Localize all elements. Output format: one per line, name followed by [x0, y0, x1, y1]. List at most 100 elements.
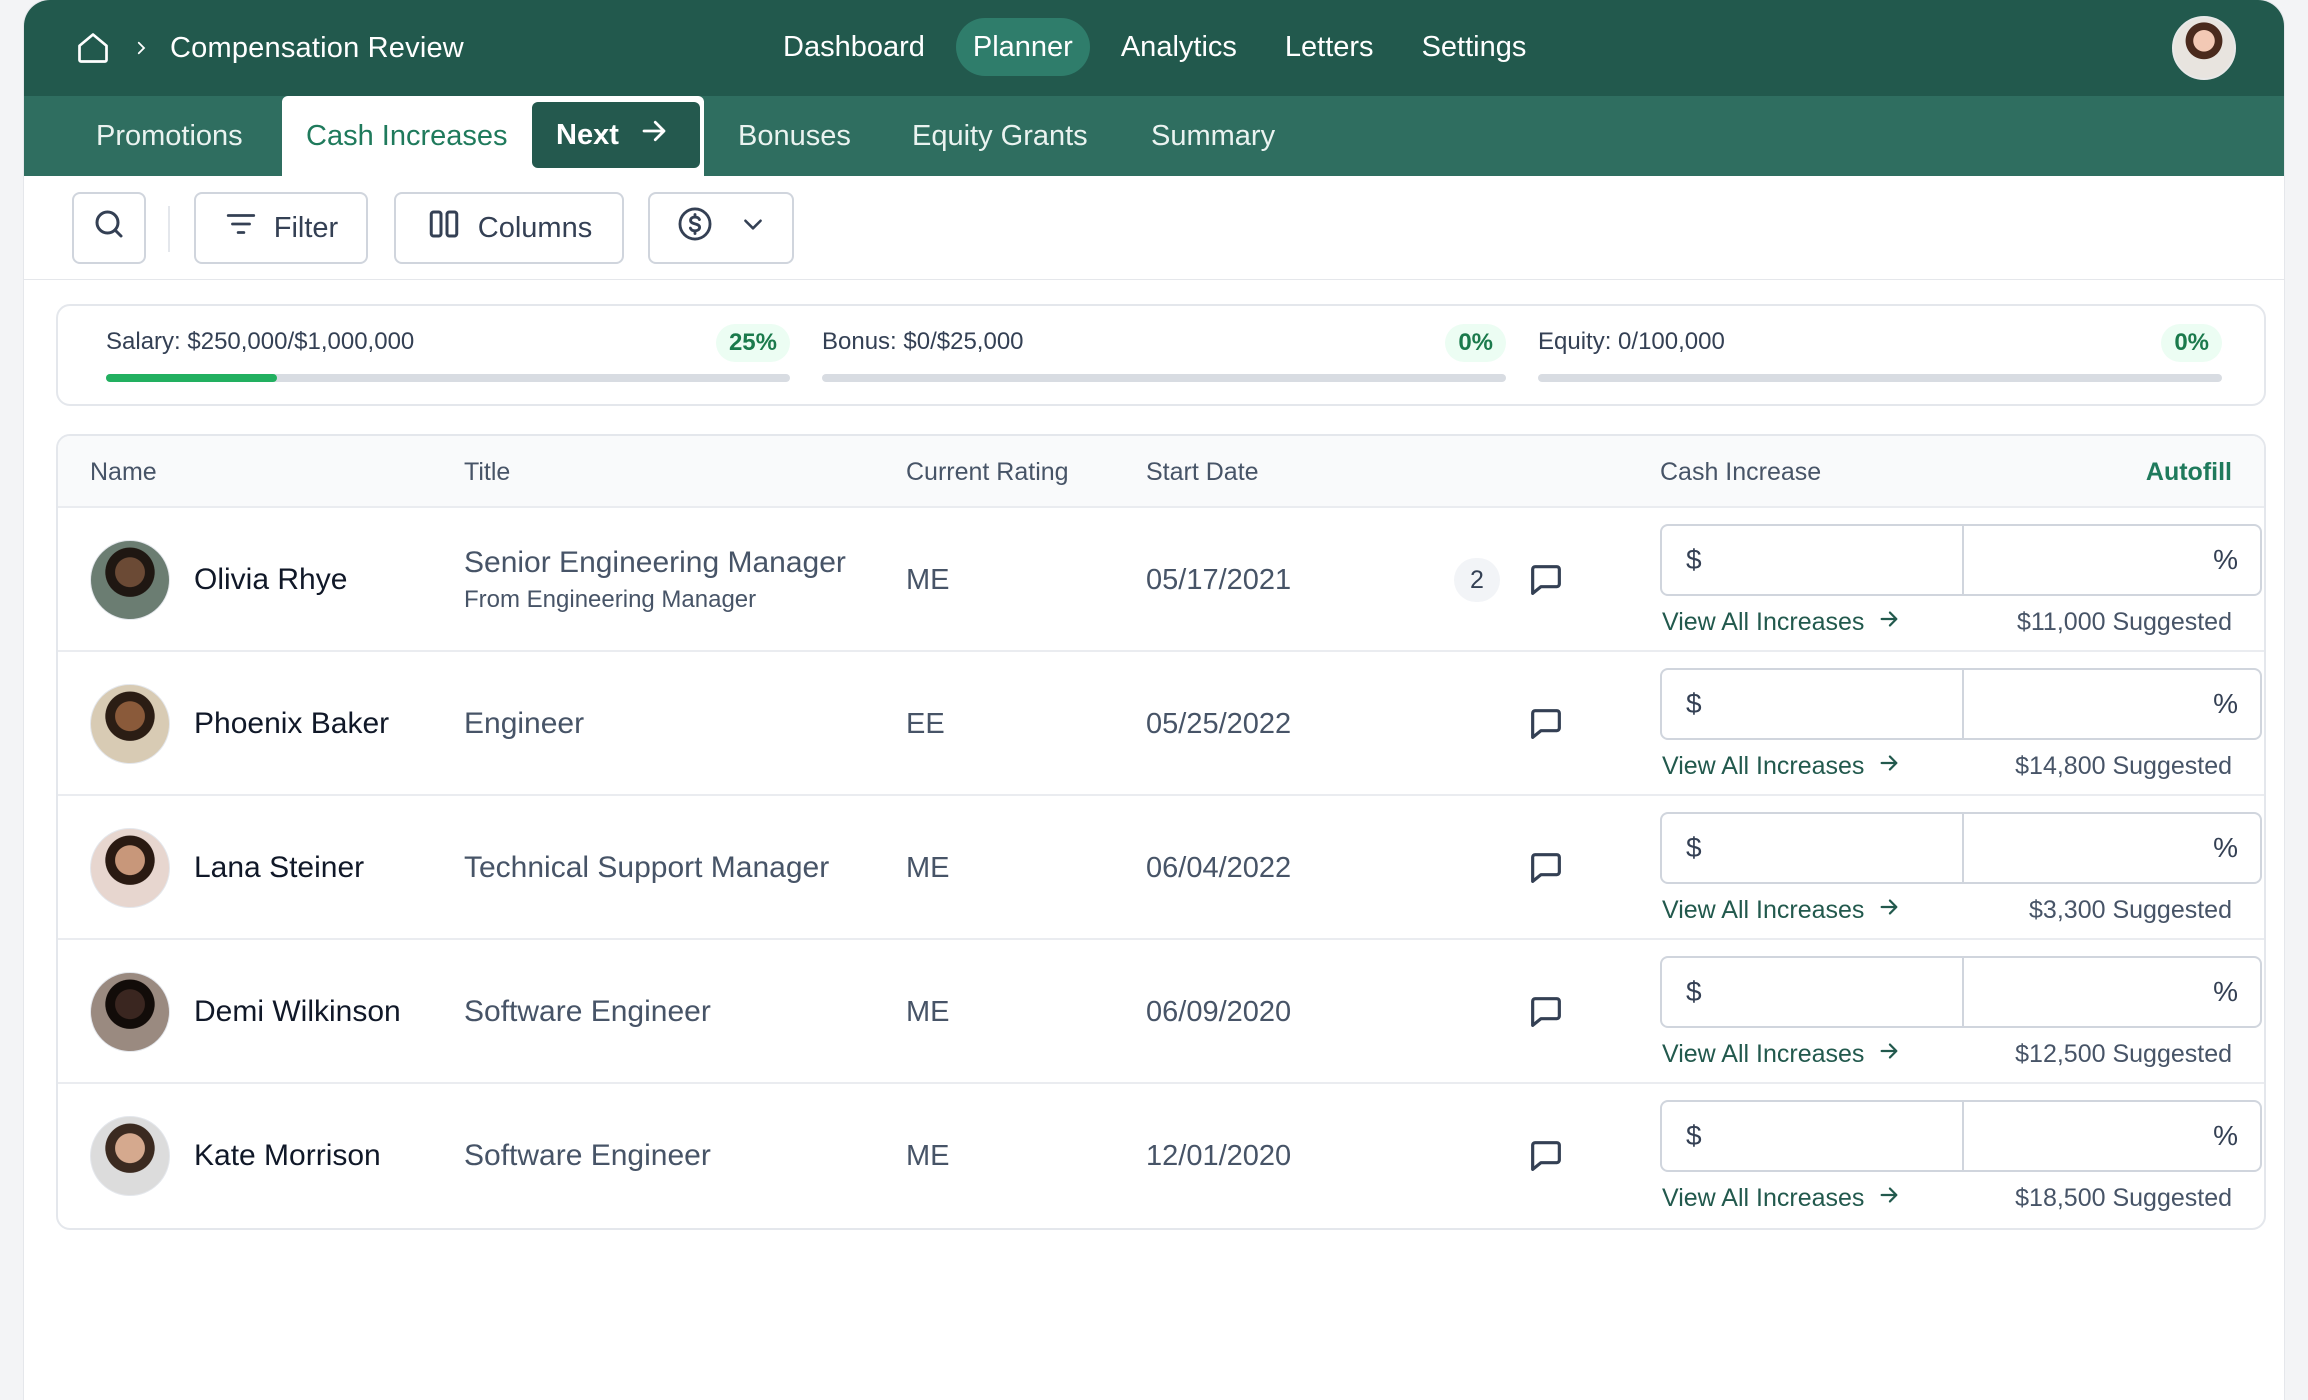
employee-title-cell: Technical Support Manager: [464, 796, 829, 940]
employee-title: Software Engineer: [464, 995, 711, 1028]
suggested-amount: $12,500 Suggested: [2015, 1039, 2232, 1068]
tab-summary[interactable]: Summary: [1151, 96, 1275, 176]
employee-avatar[interactable]: [90, 972, 170, 1052]
view-all-increases-link[interactable]: View All Increases: [1662, 1036, 1900, 1072]
employee-rating: ME: [906, 995, 950, 1028]
cash-percent-input[interactable]: %: [1964, 526, 2260, 594]
tab-equity-grants[interactable]: Equity Grants: [912, 96, 1088, 176]
search-icon: [91, 206, 127, 250]
employee-title: Engineer: [464, 707, 585, 740]
autofill-button[interactable]: Autofill: [2146, 436, 2232, 508]
view-all-increases-label: View All Increases: [1662, 751, 1865, 780]
next-button[interactable]: Next: [532, 102, 700, 168]
cash-amount-input[interactable]: $: [1662, 958, 1964, 1026]
employee-title-cell: Software Engineer: [464, 940, 711, 1084]
arrow-right-icon: [1878, 608, 1900, 637]
filter-button[interactable]: Filter: [194, 192, 368, 264]
cash-percent-input[interactable]: %: [1964, 670, 2260, 738]
comment-icon[interactable]: [1526, 560, 1566, 600]
view-all-increases-label: View All Increases: [1662, 1183, 1865, 1212]
view-all-increases-label: View All Increases: [1662, 607, 1865, 636]
page-title[interactable]: Compensation Review: [170, 32, 464, 65]
budget-equity-percent: 0%: [2161, 324, 2222, 362]
percent-suffix: %: [2213, 688, 2238, 719]
user-avatar[interactable]: [2172, 16, 2236, 80]
nav-letters[interactable]: Letters: [1268, 18, 1391, 76]
comment-icon[interactable]: [1526, 992, 1566, 1032]
employee-previous-title: From Engineering Manager: [464, 586, 757, 613]
employee-name[interactable]: Phoenix Baker: [194, 652, 389, 796]
employee-avatar[interactable]: [90, 684, 170, 764]
view-all-increases-link[interactable]: View All Increases: [1662, 748, 1900, 784]
table-row: Lana Steiner Technical Support Manager M…: [58, 796, 2264, 940]
cash-percent-input[interactable]: %: [1964, 958, 2260, 1026]
budget-salary-fill: [106, 374, 277, 382]
employee-avatar[interactable]: [90, 828, 170, 908]
percent-suffix: %: [2213, 544, 2238, 575]
main-nav: Dashboard Planner Analytics Letters Sett…: [766, 18, 1543, 76]
header-title[interactable]: Title: [464, 436, 510, 508]
comment-icon[interactable]: [1526, 1136, 1566, 1176]
nav-analytics[interactable]: Analytics: [1104, 18, 1254, 76]
filter-lines-icon: [224, 207, 258, 249]
chevron-right-icon: [130, 37, 152, 59]
comment-count-badge: 2: [1454, 558, 1500, 602]
table-row: Olivia Rhye Senior Engineering Manager F…: [58, 508, 2264, 652]
employee-start-date: 12/01/2020: [1146, 1139, 1292, 1172]
employee-name[interactable]: Demi Wilkinson: [194, 940, 401, 1084]
view-all-increases-link[interactable]: View All Increases: [1662, 604, 1900, 640]
view-all-increases-link[interactable]: View All Increases: [1662, 892, 1900, 928]
header-cash-increase[interactable]: Cash Increase: [1660, 436, 1821, 508]
percent-suffix: %: [2213, 832, 2238, 863]
budget-equity-progress: [1538, 374, 2222, 382]
employee-avatar[interactable]: [90, 540, 170, 620]
employee-title: Technical Support Manager: [464, 851, 830, 884]
cash-percent-input[interactable]: %: [1964, 1102, 2260, 1170]
nav-dashboard[interactable]: Dashboard: [766, 18, 942, 76]
currency-dropdown[interactable]: [648, 192, 794, 264]
employee-table: Name Title Current Rating Start Date Cas…: [56, 434, 2266, 1230]
employee-name[interactable]: Olivia Rhye: [194, 508, 347, 652]
columns-icon: [426, 206, 462, 250]
search-button[interactable]: [72, 192, 146, 264]
budget-salary-percent: 25%: [715, 324, 790, 362]
employee-avatar[interactable]: [90, 1116, 170, 1196]
header-start-date[interactable]: Start Date: [1146, 436, 1259, 508]
sub-tab-bar: Promotions Cash Increases Next Bonuses E…: [24, 96, 2284, 176]
budget-salary-label: Salary: $250,000/$1,000,000: [106, 328, 415, 355]
comment-icon[interactable]: [1526, 704, 1566, 744]
tab-cash-increases[interactable]: Cash Increases: [306, 96, 508, 176]
tab-promotions[interactable]: Promotions: [96, 96, 243, 176]
cash-amount-input[interactable]: $: [1662, 814, 1964, 882]
nav-planner[interactable]: Planner: [955, 18, 1090, 76]
tab-bonuses[interactable]: Bonuses: [738, 96, 851, 176]
header-rating[interactable]: Current Rating: [906, 436, 1069, 508]
columns-button[interactable]: Columns: [394, 192, 624, 264]
cash-amount-input[interactable]: $: [1662, 1102, 1964, 1170]
budget-equity-label: Equity: 0/100,000: [1538, 328, 1725, 355]
employee-name[interactable]: Kate Morrison: [194, 1084, 381, 1228]
employee-start-date: 05/25/2022: [1146, 707, 1292, 740]
budget-bonus-progress: [822, 374, 1506, 382]
table-row: Phoenix Baker Engineer EE 05/25/2022 $ %…: [58, 652, 2264, 796]
cash-amount-input[interactable]: $: [1662, 526, 1964, 594]
currency-dollar-icon: [676, 205, 714, 251]
employee-start-date: 06/09/2020: [1146, 995, 1292, 1028]
employee-name[interactable]: Lana Steiner: [194, 796, 364, 940]
home-icon[interactable]: [74, 29, 112, 67]
view-all-increases-link[interactable]: View All Increases: [1662, 1180, 1900, 1216]
comment-icon[interactable]: [1526, 848, 1566, 888]
cash-increase-input-group: $ %: [1660, 812, 2262, 884]
cash-increase-input-group: $ %: [1660, 1100, 2262, 1172]
view-all-increases-label: View All Increases: [1662, 895, 1865, 924]
cash-percent-input[interactable]: %: [1964, 814, 2260, 882]
employee-title: Software Engineer: [464, 1139, 711, 1172]
cash-increase-input-group: $ %: [1660, 668, 2262, 740]
employee-title-cell: Engineer: [464, 652, 584, 796]
nav-settings[interactable]: Settings: [1405, 18, 1544, 76]
app-window: Compensation Review Dashboard Planner An…: [24, 0, 2284, 1400]
employee-title-cell: Software Engineer: [464, 1084, 711, 1228]
cash-amount-input[interactable]: $: [1662, 670, 1964, 738]
header-name[interactable]: Name: [90, 436, 157, 508]
employee-title-cell: Senior Engineering Manager From Engineer…: [464, 508, 846, 652]
